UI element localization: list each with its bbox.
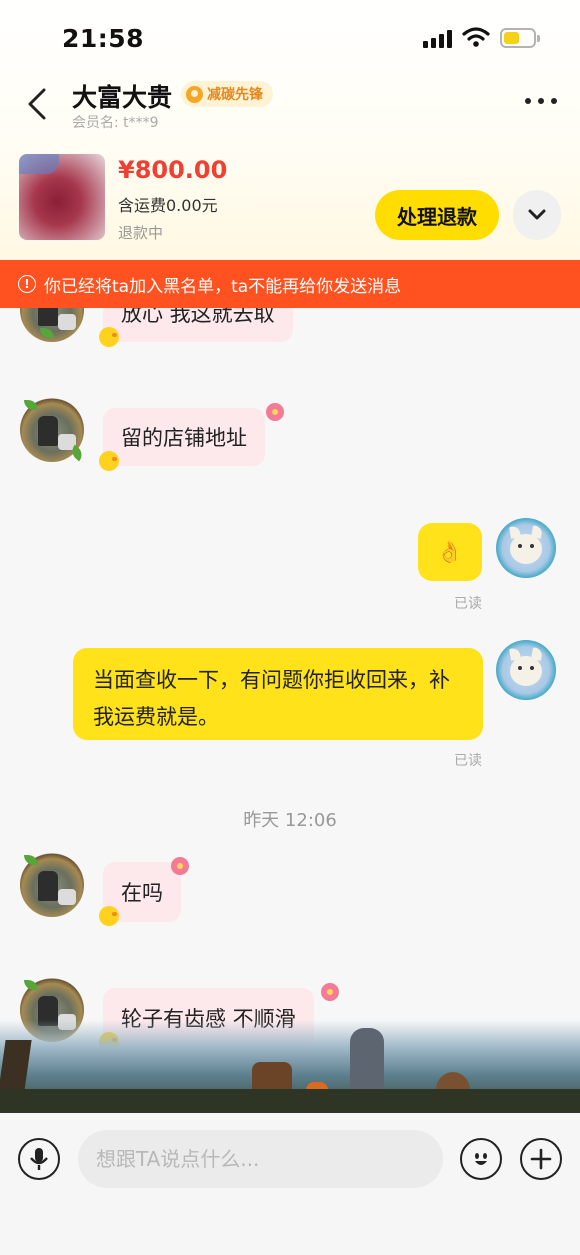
read-receipt: 已读 bbox=[454, 596, 482, 612]
wifi-icon bbox=[462, 27, 490, 47]
refund-status: 退款中 bbox=[118, 224, 164, 242]
message-bubble[interactable]: 👌 bbox=[418, 523, 482, 581]
my-avatar[interactable] bbox=[496, 518, 556, 578]
time-separator: 昨天 12:06 bbox=[243, 810, 337, 831]
plus-circle-icon[interactable] bbox=[520, 1138, 562, 1180]
top-panel: 21:58 大富大贵 减碳先锋 会员名: t***9 ¥800.00 含运费0.… bbox=[0, 0, 580, 260]
status-bar: 21:58 bbox=[0, 0, 580, 72]
chick-decoration bbox=[99, 451, 119, 471]
back-button[interactable] bbox=[22, 86, 54, 122]
message-bubble[interactable]: 放心 我这就去取 bbox=[103, 308, 293, 342]
message-list[interactable]: 放心 我这就去取 留的店铺地址 👌 已读 当面查收一下，有问题你拒收回来，补我运… bbox=[0, 308, 580, 1113]
member-info: 会员名: t***9 bbox=[72, 112, 159, 132]
contact-name: 大富大贵 bbox=[72, 83, 173, 112]
ground-graphic bbox=[0, 1089, 580, 1113]
chevron-down-icon bbox=[528, 209, 546, 220]
more-dots-icon[interactable] bbox=[525, 98, 559, 110]
chick-decoration bbox=[99, 327, 119, 347]
carbon-badge: 减碳先锋 bbox=[181, 81, 273, 107]
flower-decoration bbox=[266, 403, 284, 421]
process-refund-button[interactable]: 处理退款 bbox=[375, 190, 499, 240]
microphone-icon[interactable] bbox=[18, 1138, 60, 1180]
member-label: 会员名: bbox=[72, 115, 119, 131]
my-avatar[interactable] bbox=[496, 640, 556, 700]
smiley-icon[interactable] bbox=[460, 1138, 502, 1180]
warning-text: 你已经将ta加入黑名单，ta不能再给你发送消息 bbox=[44, 276, 402, 297]
message-bubble[interactable]: 当面查收一下，有问题你拒收回来，补我运费就是。 bbox=[73, 648, 483, 740]
chick-decoration bbox=[99, 906, 119, 926]
blacklist-warning: ! 你已经将ta加入黑名单，ta不能再给你发送消息 bbox=[0, 260, 580, 308]
member-id: t***9 bbox=[123, 115, 159, 131]
flower-decoration bbox=[171, 857, 189, 875]
chat-header: 大富大贵 减碳先锋 会员名: t***9 bbox=[0, 72, 580, 140]
badge-text: 减碳先锋 bbox=[207, 87, 263, 103]
promo-banner[interactable] bbox=[0, 1020, 580, 1113]
status-time: 21:58 bbox=[62, 24, 145, 53]
flower-decoration bbox=[321, 983, 339, 1001]
expand-button[interactable] bbox=[513, 190, 561, 240]
message-input[interactable] bbox=[78, 1130, 443, 1188]
input-bar bbox=[0, 1113, 580, 1255]
order-price: ¥800.00 bbox=[118, 156, 228, 184]
read-receipt: 已读 bbox=[454, 753, 482, 769]
battery-icon bbox=[500, 28, 540, 48]
order-card: ¥800.00 含运费0.00元 退款中 处理退款 bbox=[0, 150, 580, 250]
message-bubble[interactable]: 留的店铺地址 bbox=[103, 408, 265, 466]
signal-icon bbox=[423, 30, 453, 48]
product-thumbnail[interactable] bbox=[19, 154, 105, 240]
leaf-badge-icon bbox=[186, 85, 203, 103]
shipping-fee: 含运费0.00元 bbox=[118, 196, 218, 215]
info-circle-icon: ! bbox=[18, 275, 36, 293]
